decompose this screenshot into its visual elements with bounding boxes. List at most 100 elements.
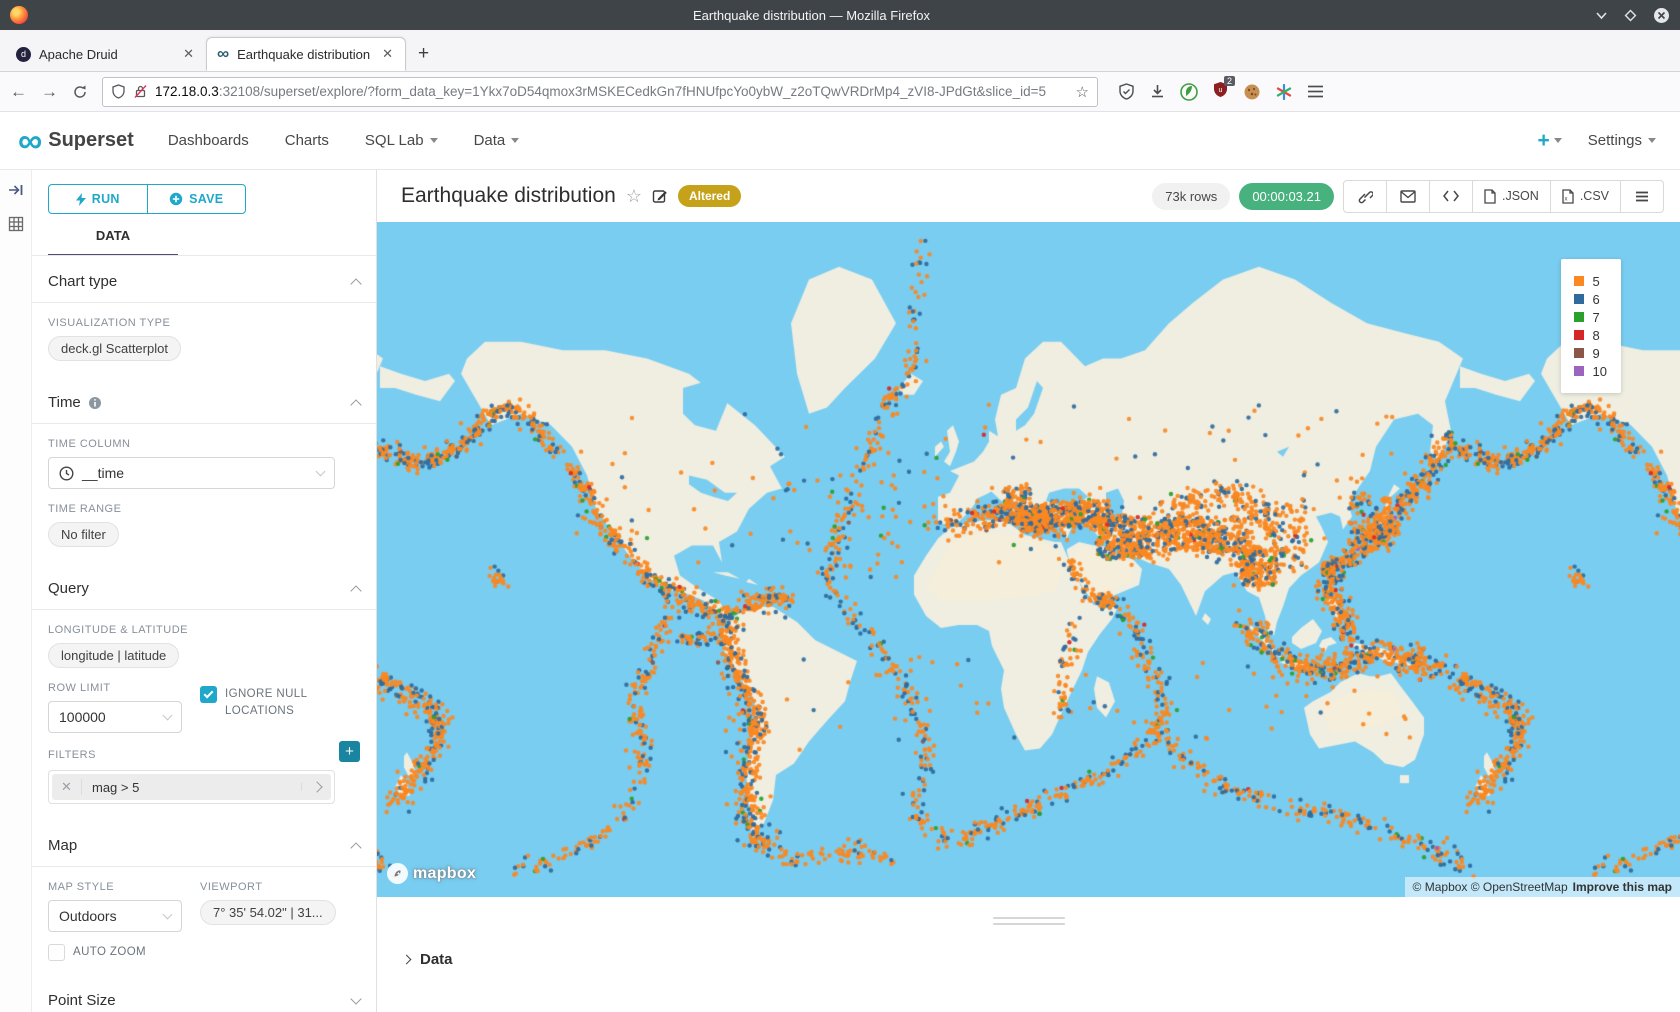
nav-data[interactable]: Data (474, 132, 520, 149)
data-section-toggle[interactable]: Data (377, 951, 1680, 968)
cookie-icon[interactable] (1243, 83, 1261, 101)
map-style-label: MAP STYLE (48, 881, 182, 893)
forward-icon[interactable]: → (41, 82, 58, 102)
legend-item: 6 (1574, 290, 1607, 308)
export-json-button[interactable]: .JSON (1472, 180, 1551, 213)
chart-menu-button[interactable] (1620, 180, 1664, 213)
menu-icon[interactable] (1307, 84, 1324, 99)
time-range-value[interactable]: No filter (48, 522, 119, 547)
section-time[interactable]: Time (48, 377, 360, 424)
svg-text:u: u (1219, 87, 1223, 94)
auto-zoom-checkbox[interactable] (48, 944, 65, 961)
nav-sql-lab[interactable]: SQL Lab (365, 132, 438, 149)
filter-control: ✕ mag > 5 (48, 770, 335, 804)
legend-swatch (1574, 330, 1584, 340)
chevron-down-icon (430, 138, 438, 143)
viz-type-value[interactable]: deck.gl Scatterplot (48, 336, 181, 361)
favorite-star-icon[interactable]: ☆ (626, 186, 642, 207)
add-filter-button[interactable]: + (339, 741, 360, 762)
tab-close-icon[interactable]: ✕ (380, 46, 395, 62)
ignore-null-checkbox[interactable] (200, 686, 217, 703)
extension-icons: u 2 (1118, 81, 1324, 103)
bolt-icon (76, 193, 86, 206)
ublock-shield-icon[interactable]: u 2 (1212, 81, 1229, 103)
url-text[interactable]: 172.18.0.3:32108/superset/explore/?form_… (155, 84, 1069, 99)
close-icon[interactable] (1653, 7, 1670, 24)
filter-value[interactable]: mag > 5 (82, 780, 301, 795)
short-link-button[interactable] (1343, 180, 1387, 213)
view-query-button[interactable] (1429, 180, 1473, 213)
legend-item: 10 (1574, 362, 1607, 380)
nav-charts[interactable]: Charts (285, 132, 329, 149)
row-count-badge: 73k rows (1152, 183, 1230, 210)
filters-label: FILTERS (48, 749, 96, 761)
row-limit-select[interactable]: 100000 (48, 701, 182, 733)
bookmark-star-icon[interactable]: ☆ (1076, 83, 1089, 101)
improve-map-link[interactable]: Improve this map (1573, 880, 1672, 894)
section-chart-type[interactable]: Chart type (48, 256, 360, 303)
tab-earthquake-distribution[interactable]: ∞ Earthquake distribution ✕ (206, 37, 406, 71)
tab-bar: d Apache Druid ✕ ∞ Earthquake distributi… (0, 30, 1680, 72)
time-column-select[interactable]: __time (48, 457, 335, 489)
legend-swatch (1574, 294, 1584, 304)
altered-badge: Altered (678, 185, 741, 207)
map-style-select[interactable]: Outdoors (48, 900, 182, 932)
tracking-shield-icon[interactable] (111, 84, 126, 99)
map-canvas[interactable] (377, 222, 1680, 897)
pane-resize-handle[interactable] (993, 917, 1065, 929)
link-icon (1358, 189, 1373, 204)
svg-text:x: x (1564, 196, 1567, 202)
expand-panel-icon[interactable] (8, 182, 24, 198)
extension-green-icon[interactable] (1180, 83, 1198, 101)
chevron-down-icon (511, 138, 519, 143)
dataset-grid-icon[interactable] (8, 216, 24, 232)
section-map[interactable]: Map (48, 820, 360, 867)
run-button[interactable]: RUN (48, 184, 147, 214)
file-icon: x (1562, 189, 1574, 204)
save-button[interactable]: SAVE (147, 184, 247, 214)
superset-logo-icon[interactable]: ∞ (18, 126, 42, 156)
legend-item: 8 (1574, 326, 1607, 344)
attribution-text: © Mapbox © OpenStreetMap (1413, 880, 1568, 894)
section-query[interactable]: Query (48, 563, 360, 610)
section-point-size[interactable]: Point Size (48, 975, 360, 1012)
chevron-down-icon (350, 993, 361, 1004)
window-title: Earthquake distribution — Mozilla Firefo… (28, 8, 1595, 23)
divider (32, 302, 376, 303)
edit-properties-icon[interactable] (652, 188, 668, 204)
email-button[interactable] (1386, 180, 1430, 213)
mapbox-logo[interactable]: mapbox (387, 863, 476, 884)
time-column-label: TIME COLUMN (48, 438, 360, 450)
map-attribution: © Mapbox © OpenStreetMap Improve this map (1405, 877, 1680, 897)
maximize-icon[interactable] (1624, 9, 1637, 22)
tab-close-icon[interactable]: ✕ (181, 46, 196, 62)
tab-label: Apache Druid (39, 47, 173, 62)
lonlat-value[interactable]: longitude | latitude (48, 643, 179, 668)
downloads-icon[interactable] (1149, 83, 1166, 100)
tab-data[interactable]: DATA (48, 228, 178, 256)
add-new-button[interactable]: + (1538, 129, 1562, 153)
export-csv-button[interactable]: x.CSV (1550, 180, 1621, 213)
remove-filter-icon[interactable]: ✕ (52, 779, 82, 795)
back-icon[interactable]: ← (10, 82, 27, 102)
chevron-down-icon (1648, 138, 1656, 143)
minimize-icon[interactable] (1595, 9, 1608, 22)
nav-settings[interactable]: Settings (1588, 132, 1656, 149)
nav-dashboards[interactable]: Dashboards (168, 132, 249, 149)
map-container: 5 6 7 8 9 10 mapbox © Mapbox © OpenStree… (377, 222, 1680, 897)
chevron-up-icon (350, 399, 361, 410)
protection-shield-icon[interactable] (1118, 83, 1135, 100)
insecure-lock-icon[interactable] (133, 84, 148, 99)
expand-filter-icon[interactable] (301, 783, 331, 791)
extension-asterisk-icon[interactable] (1275, 83, 1293, 101)
new-tab-button[interactable]: + (418, 43, 429, 65)
viewport-value[interactable]: 7° 35' 54.02" | 31... (200, 900, 336, 925)
url-bar[interactable]: 172.18.0.3:32108/superset/explore/?form_… (102, 77, 1098, 107)
mapbox-wordmark: mapbox (413, 865, 476, 883)
tab-apache-druid[interactable]: d Apache Druid ✕ (6, 37, 206, 71)
superset-navbar: ∞ Superset Dashboards Charts SQL Lab Dat… (0, 112, 1680, 170)
chart-panel: Earthquake distribution ☆ Altered 73k ro… (377, 170, 1680, 1012)
legend-swatch (1574, 366, 1584, 376)
reload-icon[interactable] (72, 84, 88, 100)
superset-brand[interactable]: Superset (48, 129, 134, 152)
